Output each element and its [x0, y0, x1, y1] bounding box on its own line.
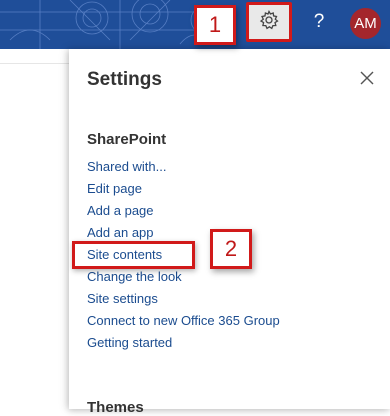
- close-panel-button[interactable]: [356, 67, 378, 89]
- user-avatar[interactable]: AM: [350, 8, 381, 39]
- callout-step-2: 2: [210, 229, 252, 269]
- gear-icon: [259, 9, 279, 35]
- menu-item-getting-started[interactable]: Getting started: [87, 332, 280, 354]
- help-button[interactable]: ?: [306, 8, 332, 36]
- menu-item-add-a-page[interactable]: Add a page: [87, 200, 280, 222]
- callout-step-1: 1: [194, 5, 236, 45]
- help-icon: ?: [313, 11, 325, 32]
- menu-item-site-settings[interactable]: Site settings: [87, 288, 280, 310]
- menu-item-connect-office-365-group[interactable]: Connect to new Office 365 Group: [87, 310, 280, 332]
- themes-section-title: Themes: [87, 399, 144, 416]
- settings-button[interactable]: [246, 2, 292, 42]
- close-icon: [360, 71, 374, 85]
- menu-item-change-the-look[interactable]: Change the look: [87, 266, 280, 288]
- menu-item-edit-page[interactable]: Edit page: [87, 178, 280, 200]
- sharepoint-section-title: SharePoint: [87, 131, 167, 148]
- settings-panel-title: Settings: [87, 69, 162, 90]
- site-contents-highlight-box: [72, 241, 195, 269]
- menu-item-shared-with[interactable]: Shared with...: [87, 156, 280, 178]
